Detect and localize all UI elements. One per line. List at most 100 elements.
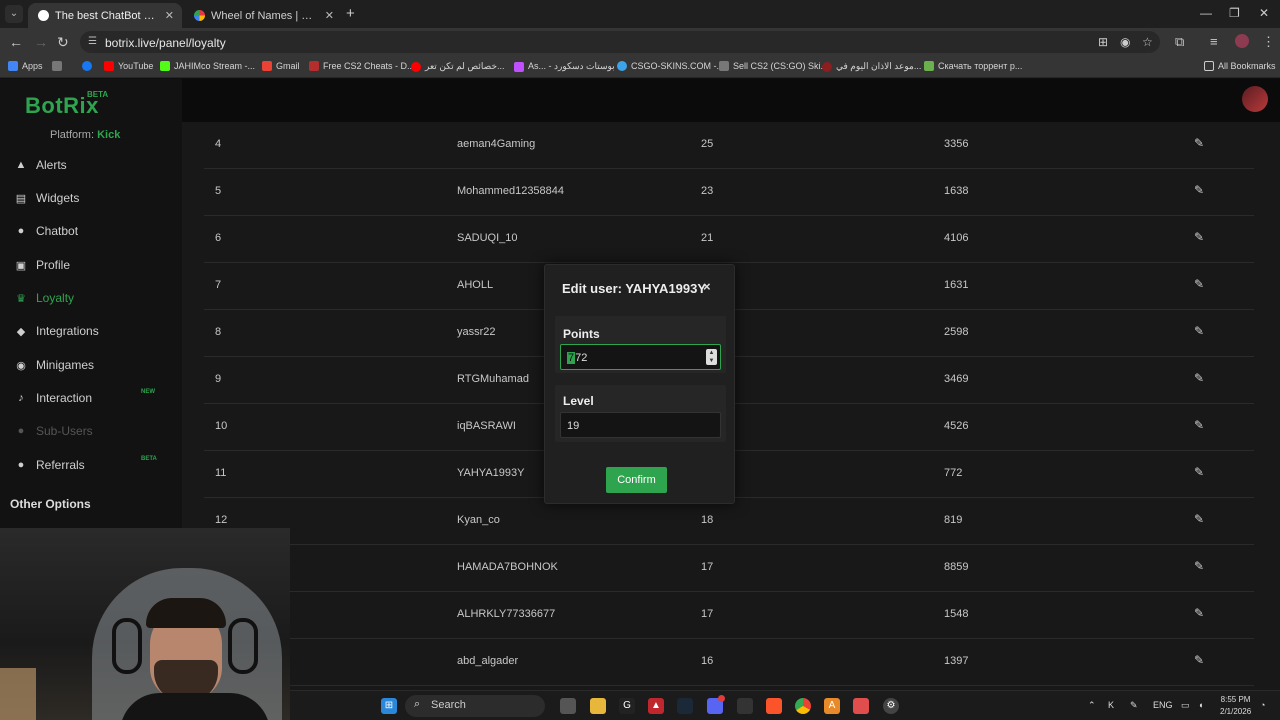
reload-icon[interactable]: ↻ — [57, 34, 69, 50]
sidebar-item-loyalty[interactable]: ♛ Loyalty — [14, 291, 74, 305]
file-explorer-icon[interactable] — [590, 698, 606, 714]
bookmark-facebook[interactable] — [82, 61, 92, 71]
media-control-icon[interactable]: ≡ — [1210, 34, 1218, 49]
facebook-icon — [82, 61, 92, 71]
new-badge: NEW — [141, 389, 155, 395]
bookmark-sell-cs2[interactable]: Sell CS2 (CS:GO) Ski... — [719, 61, 828, 71]
pencil-icon[interactable]: ✎ — [1194, 559, 1204, 573]
pen-tray-icon[interactable]: ✎ — [1130, 700, 1138, 711]
close-tab-icon[interactable]: ✕ — [325, 9, 334, 22]
bookmark-youtube[interactable]: YouTube — [104, 61, 153, 71]
g-app-icon[interactable]: G — [619, 698, 635, 714]
sidebar-item-sub-users[interactable]: ● Sub-Users — [14, 424, 93, 438]
pencil-icon[interactable]: ✎ — [1194, 653, 1204, 667]
bookmark-apps[interactable]: Apps — [8, 61, 43, 71]
all-bookmarks[interactable]: All Bookmarks — [1204, 61, 1276, 71]
clock[interactable]: 8:55 PM 2/1/2026 — [1220, 694, 1251, 718]
back-arrow-icon[interactable]: ← — [9, 34, 23, 50]
language-indicator[interactable]: ENG — [1153, 700, 1173, 710]
brave-icon[interactable] — [766, 698, 782, 714]
bookmark-discord-posts[interactable]: As... - بوستات دسكورد — [514, 61, 615, 72]
bookmark-prayer-times[interactable]: موعد الاذان اليوم في... — [822, 61, 921, 72]
level-cell: 17 — [701, 561, 714, 573]
minimize-icon[interactable]: — — [1200, 6, 1212, 20]
bookmark-gmail[interactable]: Gmail — [262, 61, 300, 71]
tab-botrix[interactable]: The best ChatBot and Widgets ✕ — [28, 3, 182, 28]
tab-search-icon[interactable]: ⌄ — [5, 5, 23, 23]
red-app-icon[interactable]: ▲ — [648, 698, 664, 714]
media-app-icon[interactable] — [853, 698, 869, 714]
kick-tray-icon[interactable]: K — [1108, 700, 1114, 710]
level-input[interactable]: 19 — [560, 412, 721, 438]
bookmark-csgo-skins[interactable]: CSGO-SKINS.COM -... — [617, 61, 724, 71]
new-tab-button[interactable]: + — [346, 5, 355, 22]
bookmark-torrent[interactable]: Скачать торрент р... — [924, 61, 1022, 71]
obs-icon[interactable] — [737, 698, 753, 714]
points-cell: 8859 — [944, 561, 969, 573]
nav-label: Interaction — [36, 391, 93, 405]
sidebar-item-profile[interactable]: ▣ Profile — [14, 258, 70, 272]
settings-gear-icon[interactable]: ⚙ — [883, 698, 899, 714]
bookmark-cs2-cheats[interactable]: Free CS2 Cheats - D... — [309, 61, 415, 71]
restore-icon[interactable]: ❐ — [1229, 6, 1240, 20]
close-icon[interactable]: × — [703, 279, 711, 294]
tracking-eye-icon[interactable]: ◉ — [1120, 35, 1130, 49]
taskbar-search[interactable]: ⌕ Search — [405, 695, 545, 717]
pencil-icon[interactable]: ✎ — [1194, 371, 1204, 385]
close-window-icon[interactable]: ✕ — [1259, 6, 1269, 20]
address-bar[interactable]: ☰ botrix.live/panel/loyalty ⊞ ◉ ☆ — [80, 31, 1160, 53]
tab-wheel-of-names[interactable]: Wheel of Names | سم العشوائي ✕ — [184, 3, 342, 28]
bookmark-kick[interactable]: JAHIMco Stream -... — [160, 61, 255, 71]
site-info-icon[interactable]: ☰ — [88, 36, 97, 47]
profile-avatar[interactable] — [1235, 34, 1249, 48]
chrome-icon[interactable] — [795, 698, 811, 714]
pencil-icon[interactable]: ✎ — [1194, 277, 1204, 291]
extensions-icon[interactable]: ⧉ — [1175, 34, 1184, 50]
task-view-icon[interactable] — [560, 698, 576, 714]
pencil-icon[interactable]: ✎ — [1194, 230, 1204, 244]
tab-title: The best ChatBot and Widgets — [55, 9, 159, 22]
display-icon[interactable]: ▭ — [1181, 700, 1190, 711]
bookmark-label: خصائص لم تكن تعر... — [425, 61, 505, 71]
windows-start-icon[interactable]: ⊞ — [381, 698, 397, 714]
site-icon — [617, 61, 627, 71]
confirm-button[interactable]: Confirm — [606, 467, 667, 493]
close-tab-icon[interactable]: ✕ — [165, 9, 174, 22]
sidebar-item-interaction[interactable]: ♪ Interaction — [14, 391, 92, 405]
points-input[interactable]: 772 ▲ ▼ — [560, 344, 721, 370]
pencil-icon[interactable]: ✎ — [1194, 512, 1204, 526]
bookmark-star-icon[interactable]: ☆ — [1142, 35, 1153, 49]
steam-icon[interactable] — [677, 698, 693, 714]
volume-icon[interactable]: ◖ — [1198, 700, 1203, 710]
sidebar-item-referrals[interactable]: ● Referrals — [14, 458, 85, 472]
points-cell: 4526 — [944, 420, 969, 432]
notifications-icon[interactable]: ◔ — [1260, 700, 1265, 710]
sidebar-item-alerts[interactable]: ▲ Alerts — [14, 158, 67, 172]
bookmark-arabic-video[interactable]: خصائص لم تكن تعر... — [411, 61, 505, 72]
nav-label: Integrations — [36, 324, 99, 338]
forward-arrow-icon[interactable]: → — [34, 34, 48, 50]
rank-cell: 5 — [215, 185, 222, 197]
tray-chevron-icon[interactable]: ⌃ — [1088, 700, 1096, 711]
a-app-icon[interactable]: A — [824, 698, 840, 714]
sidebar-item-widgets[interactable]: ▤ Widgets — [14, 191, 80, 205]
number-stepper[interactable]: ▲ ▼ — [706, 349, 717, 365]
sidebar-item-integrations[interactable]: ◆ Integrations — [14, 324, 99, 338]
browser-toolbar: ← → ↻ ☰ botrix.live/panel/loyalty ⊞ ◉ ☆ … — [0, 28, 1280, 56]
menu-dots-icon[interactable]: ⋮ — [1262, 34, 1275, 50]
bookmark-label: Gmail — [276, 61, 300, 71]
user-avatar[interactable] — [1242, 86, 1268, 112]
gem-icon — [514, 61, 524, 72]
pencil-icon[interactable]: ✎ — [1194, 606, 1204, 620]
pencil-icon[interactable]: ✎ — [1194, 465, 1204, 479]
pencil-icon[interactable]: ✎ — [1194, 418, 1204, 432]
pencil-icon[interactable]: ✎ — [1194, 324, 1204, 338]
sidebar-item-chatbot[interactable]: ● Chatbot — [14, 224, 78, 238]
translate-icon[interactable]: ⊞ — [1098, 35, 1108, 49]
sidebar-item-minigames[interactable]: ◉ Minigames — [14, 358, 94, 372]
url-text[interactable]: botrix.live/panel/loyalty — [105, 36, 226, 50]
points-value: 72 — [575, 352, 588, 364]
pencil-icon[interactable]: ✎ — [1194, 183, 1204, 197]
pencil-icon[interactable]: ✎ — [1194, 136, 1204, 150]
bookmark-grid[interactable] — [52, 61, 62, 71]
